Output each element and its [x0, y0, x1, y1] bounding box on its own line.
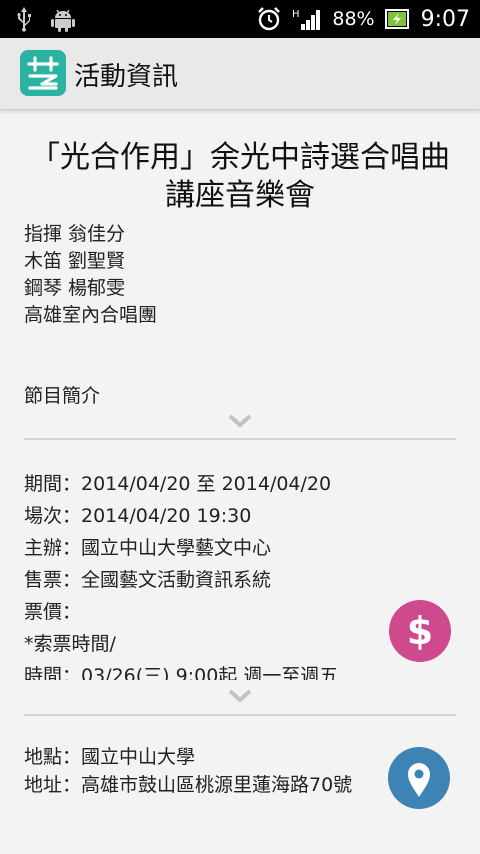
battery-percent: 88%: [332, 8, 375, 30]
dollar-icon: $: [407, 609, 433, 653]
map-pin-icon: [408, 763, 430, 797]
info-line-ticketing: 售票：全國藝文活動資訊系統: [24, 569, 272, 591]
venue-line: 地點：國立中山大學: [24, 746, 196, 768]
performer-item: 鋼琴 楊郁雯: [24, 277, 126, 299]
android-icon: [51, 9, 75, 32]
performer-item: 木笛 劉聖賢: [24, 250, 126, 272]
status-bar: H 88% 9:07: [0, 0, 480, 38]
program-intro-label[interactable]: 節目簡介: [24, 381, 100, 408]
info-line-hours: 時間：03/26(三) 9:00起 週一至週五: [24, 665, 339, 680]
notification-icons: [14, 6, 76, 32]
info-line-price: 票價：: [24, 601, 82, 623]
app-logo-icon[interactable]: [20, 50, 66, 96]
signal-icon: H: [292, 9, 321, 30]
event-info: 期間：2014/04/20 至 2014/04/20 場次：2014/04/20…: [24, 468, 364, 680]
svg-text:H: H: [292, 9, 300, 20]
ticket-price-button[interactable]: $: [389, 600, 451, 662]
info-line-session: 場次：2014/04/20 19:30: [24, 505, 252, 527]
usb-icon: [17, 7, 31, 32]
system-status: H 88% 9:07: [256, 0, 470, 38]
chevron-down-icon[interactable]: [228, 688, 252, 704]
address-line: 地址：高雄市鼓山區桃源里蓮海路70號: [24, 774, 353, 796]
chevron-down-icon[interactable]: [228, 413, 252, 429]
info-line-period: 期間：2014/04/20 至 2014/04/20: [24, 473, 332, 495]
page-title: 活動資訊: [74, 62, 179, 92]
alarm-icon: [258, 7, 281, 31]
section-divider: [24, 714, 456, 716]
performer-item: 高雄室內合唱團: [24, 304, 158, 326]
event-title: 「光合作用」余光中詩選合唱曲講座音樂會: [30, 140, 450, 213]
section-divider: [24, 438, 456, 440]
info-line-ticket-time: *索票時間/: [24, 633, 116, 655]
action-bar: 活動資訊: [0, 38, 480, 110]
info-line-organizer: 主辦：國立中山大學藝文中心: [24, 537, 272, 559]
map-button[interactable]: [388, 747, 450, 809]
battery-icon: [384, 9, 409, 29]
clock: 9:07: [420, 6, 470, 32]
performer-item: 指揮 翁佳分: [24, 223, 126, 245]
location-info: 地點：國立中山大學 地址：高雄市鼓山區桃源里蓮海路70號: [24, 743, 374, 815]
event-detail: 「光合作用」余光中詩選合唱曲講座音樂會 指揮 翁佳分 木笛 劉聖賢 鋼琴 楊郁雯…: [0, 111, 480, 854]
performer-list: 指揮 翁佳分 木笛 劉聖賢 鋼琴 楊郁雯 高雄室內合唱團: [24, 221, 444, 329]
svg-text:$: $: [407, 609, 433, 653]
